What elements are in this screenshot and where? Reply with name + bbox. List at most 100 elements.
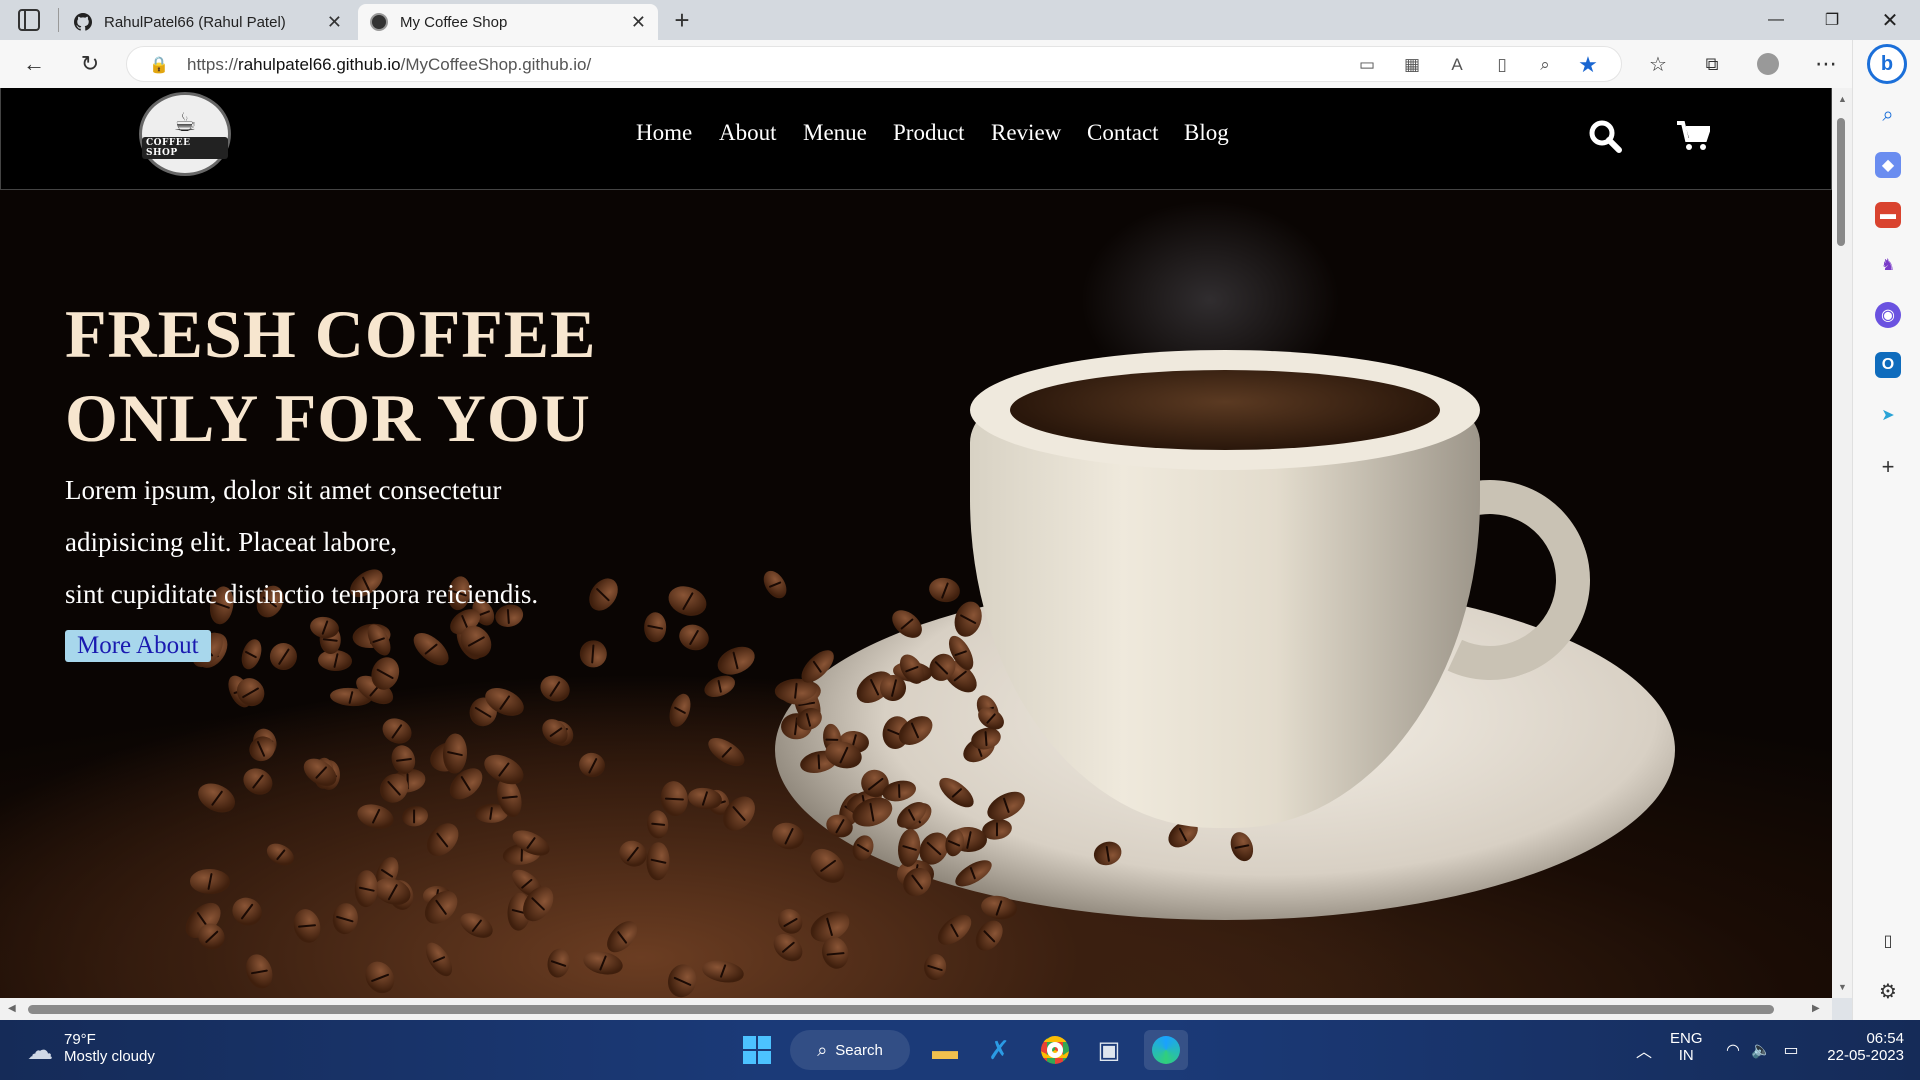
github-icon bbox=[74, 13, 92, 31]
coffee-bean bbox=[922, 953, 948, 982]
coffee-bean bbox=[354, 799, 396, 833]
more-about-button[interactable]: More About bbox=[65, 630, 211, 662]
bing-chat-icon[interactable]: b bbox=[1867, 44, 1907, 84]
scroll-down-icon[interactable]: ▼ bbox=[1838, 982, 1847, 992]
coffee-bean bbox=[701, 671, 739, 702]
weather-widget[interactable]: 79°F Mostly cloudy bbox=[64, 1031, 155, 1065]
close-tab-icon[interactable]: ✕ bbox=[327, 12, 342, 33]
tools-icon[interactable]: ▬ bbox=[1875, 202, 1901, 228]
sidebar-search-icon[interactable]: ⌕ bbox=[1875, 102, 1901, 128]
back-icon[interactable]: ← bbox=[16, 48, 52, 80]
new-tab-icon[interactable]: + bbox=[668, 6, 696, 34]
close-tab-icon[interactable]: ✕ bbox=[631, 12, 646, 33]
lang-line1: ENG bbox=[1670, 1030, 1703, 1047]
lock-icon[interactable]: 🔒 bbox=[149, 55, 169, 75]
scroll-right-icon[interactable]: ▶ bbox=[1812, 1003, 1820, 1014]
address-bar[interactable]: 🔒 https://rahulpatel66.github.io/MyCoffe… bbox=[126, 46, 1622, 82]
tab-coffee-shop[interactable]: My Coffee Shop ✕ bbox=[358, 4, 658, 40]
hero-title-line2: ONLY FOR YOU bbox=[65, 380, 591, 456]
shopping-tag-icon[interactable]: ◆ bbox=[1875, 152, 1901, 178]
coffee-bean bbox=[713, 640, 760, 680]
coffee-bean bbox=[700, 957, 746, 985]
immersive-reader-icon[interactable]: ▯ bbox=[1490, 53, 1514, 77]
nav-blog[interactable]: Blog bbox=[1184, 120, 1229, 146]
weather-cloud-icon[interactable]: ☁ bbox=[22, 1030, 58, 1070]
tab-github[interactable]: RahulPatel66 (Rahul Patel) ✕ bbox=[62, 4, 354, 40]
weather-temp: 79°F bbox=[64, 1031, 96, 1048]
horizontal-scroll-thumb[interactable] bbox=[28, 1005, 1774, 1014]
send-icon[interactable]: ➤ bbox=[1875, 402, 1901, 428]
add-sidebar-app-icon[interactable]: + bbox=[1875, 454, 1901, 480]
hero-title-line1: FRESH COFFEE bbox=[65, 296, 597, 372]
coffee-bean bbox=[758, 567, 791, 603]
favorite-star-icon[interactable]: ★ bbox=[1576, 52, 1600, 77]
cart-icon[interactable] bbox=[1673, 116, 1713, 156]
microsoft-365-icon[interactable]: ◉ bbox=[1875, 302, 1901, 328]
coffee-shop-logo[interactable]: ☕ COFFEE SHOP bbox=[139, 92, 231, 176]
url-path: /MyCoffeeShop.github.io/ bbox=[400, 55, 592, 74]
collections-icon[interactable]: ⧉ bbox=[1694, 48, 1730, 80]
nav-contact[interactable]: Contact bbox=[1087, 120, 1159, 146]
more-options-icon[interactable]: ⋯ bbox=[1808, 48, 1844, 80]
coffee-bean bbox=[658, 779, 690, 818]
windows-taskbar: ☁ 79°F Mostly cloudy ⌕ Search ▬ ✗ ▣ ︿ EN… bbox=[0, 1020, 1920, 1080]
edge-sidebar: b ⌕ ◆ ▬ ♞ ◉ O ➤ + ▯ ⚙ bbox=[1852, 40, 1920, 1020]
tab-actions-icon[interactable] bbox=[18, 9, 40, 31]
windows-start-icon[interactable] bbox=[740, 1030, 774, 1070]
taskbar-search[interactable]: ⌕ Search bbox=[790, 1030, 910, 1070]
app-window-icon[interactable]: ▣ bbox=[1092, 1030, 1126, 1070]
nav-home[interactable]: Home bbox=[636, 120, 692, 146]
zoom-out-icon[interactable]: ⌕ bbox=[1533, 53, 1557, 77]
vscode-icon[interactable]: ✗ bbox=[982, 1030, 1016, 1070]
hide-sidebar-icon[interactable]: ▯ bbox=[1875, 928, 1901, 954]
site-header: ☕ COFFEE SHOP Home About Menue Product R… bbox=[0, 88, 1832, 190]
games-icon[interactable]: ♞ bbox=[1875, 252, 1901, 278]
coffee-bean bbox=[536, 670, 574, 706]
wifi-icon[interactable]: ◠ bbox=[1720, 1030, 1746, 1070]
nav-product[interactable]: Product bbox=[893, 120, 965, 146]
profile-icon[interactable] bbox=[1750, 48, 1786, 80]
read-aloud-icon[interactable]: A bbox=[1445, 53, 1469, 77]
horizontal-scrollbar[interactable]: ◀ ▶ bbox=[0, 998, 1832, 1020]
nav-review[interactable]: Review bbox=[991, 120, 1061, 146]
volume-icon[interactable]: 🔈 bbox=[1748, 1030, 1774, 1070]
coffee-bean bbox=[227, 892, 267, 931]
logo-text: COFFEE SHOP bbox=[142, 137, 228, 159]
language-indicator[interactable]: ENG IN bbox=[1670, 1030, 1703, 1064]
app-available-icon[interactable]: ▭ bbox=[1355, 53, 1379, 77]
scroll-left-icon[interactable]: ◀ bbox=[8, 1003, 16, 1014]
sidebar-settings-icon[interactable]: ⚙ bbox=[1875, 978, 1901, 1004]
refresh-icon[interactable]: ↻ bbox=[72, 48, 108, 80]
url-text[interactable]: https://rahulpatel66.github.io/MyCoffeeS… bbox=[187, 55, 591, 75]
minimize-icon[interactable]: — bbox=[1748, 0, 1804, 40]
outlook-icon[interactable]: O bbox=[1875, 352, 1901, 378]
coffee-bean bbox=[646, 809, 670, 840]
edge-taskbar-icon[interactable] bbox=[1144, 1030, 1188, 1070]
battery-icon[interactable]: ▭ bbox=[1778, 1030, 1804, 1070]
restore-icon[interactable]: ❐ bbox=[1804, 0, 1860, 40]
vertical-scrollbar[interactable]: ▲ ▼ bbox=[1832, 88, 1852, 998]
taskbar-search-icon: ⌕ bbox=[817, 1039, 828, 1060]
hero-paragraph: Lorem ipsum, dolor sit amet consectetur … bbox=[65, 464, 685, 620]
page-viewport: ☕ COFFEE SHOP Home About Menue Product R… bbox=[0, 88, 1832, 998]
favorites-icon[interactable]: ☆ bbox=[1640, 48, 1676, 80]
chrome-icon[interactable] bbox=[1038, 1030, 1072, 1070]
coffee-bean bbox=[190, 868, 231, 894]
extensions-grid-icon[interactable]: ▦ bbox=[1400, 53, 1424, 77]
coffee-surface-image bbox=[1010, 370, 1440, 450]
clock-time: 06:54 bbox=[1866, 1030, 1904, 1047]
nav-about[interactable]: About bbox=[719, 120, 777, 146]
scroll-up-icon[interactable]: ▲ bbox=[1838, 94, 1847, 104]
address-toolbar: ← ↻ 🔒 https://rahulpatel66.github.io/MyC… bbox=[0, 40, 1920, 88]
hero-title: FRESH COFFEE ONLY FOR YOU bbox=[65, 292, 685, 460]
file-explorer-icon[interactable]: ▬ bbox=[928, 1030, 962, 1070]
coffee-bean bbox=[238, 763, 277, 800]
search-icon[interactable] bbox=[1585, 116, 1625, 156]
coffee-bean bbox=[400, 804, 430, 829]
nav-menue[interactable]: Menue bbox=[803, 120, 867, 146]
tab-label: RahulPatel66 (Rahul Patel) bbox=[104, 13, 286, 31]
close-window-icon[interactable]: ✕ bbox=[1862, 0, 1918, 40]
clock[interactable]: 06:54 22-05-2023 bbox=[1820, 1030, 1904, 1064]
show-hidden-icons[interactable]: ︿ bbox=[1632, 1030, 1656, 1070]
vertical-scroll-thumb[interactable] bbox=[1837, 118, 1845, 246]
